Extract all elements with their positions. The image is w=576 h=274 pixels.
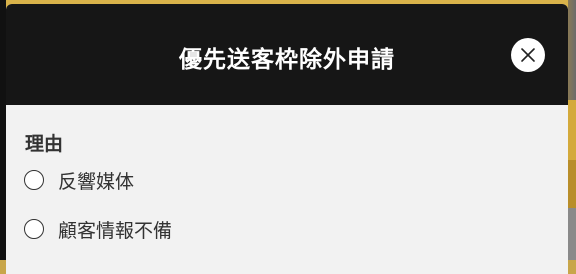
- backdrop-strip: [568, 100, 576, 160]
- close-icon: [521, 48, 535, 62]
- exclusion-request-modal: 優先送客枠除外申請 理由 反響媒体 顧客情報不備: [6, 4, 568, 274]
- backdrop-strip: [568, 208, 576, 260]
- close-button[interactable]: [511, 38, 545, 72]
- modal-header: 優先送客枠除外申請: [6, 4, 568, 105]
- reason-option-incomplete-info[interactable]: 顧客情報不備: [24, 215, 172, 243]
- reason-option-label: 反響媒体: [58, 170, 135, 193]
- reason-option-media[interactable]: 反響媒体: [24, 166, 134, 194]
- radio-button[interactable]: [24, 170, 44, 190]
- reason-label: 理由: [25, 133, 64, 155]
- modal-title: 優先送客枠除外申請: [179, 47, 395, 73]
- radio-button[interactable]: [24, 219, 44, 239]
- reason-option-label: 顧客情報不備: [58, 219, 173, 242]
